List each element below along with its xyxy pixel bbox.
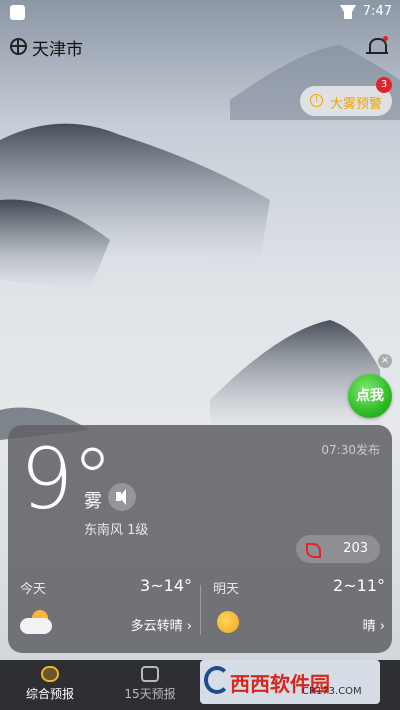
- publish-time: 07:30发布: [321, 443, 380, 457]
- ad-close-button[interactable]: ×: [378, 354, 392, 368]
- air-quality-badge[interactable]: 203: [296, 535, 380, 563]
- forecast-tomorrow[interactable]: 明天 2~11° 晴 ›: [213, 575, 393, 645]
- day-label: 明天: [213, 582, 240, 597]
- status-bar: 7:47: [0, 0, 400, 26]
- temperature-range: 3~14°: [140, 576, 192, 595]
- tab-label: 15天预报: [124, 687, 176, 701]
- top-bar: 天津市: [10, 34, 390, 60]
- partly-cloudy-icon: [20, 610, 54, 636]
- forecast-today[interactable]: 今天 3~14° 多云转晴 ›: [20, 575, 200, 645]
- fog-warning-button[interactable]: ! 大雾预警 3: [300, 77, 392, 116]
- unread-dot: [383, 36, 388, 41]
- current-temperature: 9°: [20, 430, 113, 528]
- wind-info: 东南风 1级: [84, 523, 149, 538]
- day-condition: 晴 ›: [362, 619, 385, 634]
- tab-label: 综合预报: [25, 687, 74, 701]
- leaf-icon: [306, 543, 321, 558]
- divider: [200, 585, 201, 635]
- sunny-icon: [217, 611, 239, 633]
- tab-overview[interactable]: 综合预报: [0, 660, 100, 710]
- warning-label: 大雾预警: [330, 97, 383, 112]
- day-condition: 多云转晴 ›: [130, 619, 192, 634]
- warning-count-badge: 3: [376, 77, 392, 93]
- current-weather-card[interactable]: 9° 07:30发布 雾 东南风 1级 203 今天 3~14° 多云转晴 › …: [8, 425, 392, 653]
- tab-15-day[interactable]: 15天预报: [100, 660, 200, 710]
- weather-icon: [41, 666, 59, 682]
- notification-bell-icon[interactable]: [366, 36, 388, 56]
- city-name[interactable]: 天津市: [32, 35, 83, 60]
- battery-icon: [344, 5, 352, 19]
- watermark-logo: 西西软件园 CR173.COM: [200, 660, 380, 704]
- click-me-ad-button[interactable]: 点我: [348, 374, 392, 418]
- warning-icon: !: [310, 94, 323, 107]
- status-time: 7:47: [362, 4, 392, 19]
- notification-icon: [10, 5, 25, 20]
- aqi-value: 203: [343, 541, 368, 556]
- calendar-icon: [141, 666, 159, 682]
- day-label: 今天: [20, 582, 47, 597]
- location-icon[interactable]: [10, 38, 27, 55]
- temperature-range: 2~11°: [333, 576, 385, 595]
- weather-condition: 雾: [84, 491, 102, 512]
- speaker-icon[interactable]: [108, 483, 136, 511]
